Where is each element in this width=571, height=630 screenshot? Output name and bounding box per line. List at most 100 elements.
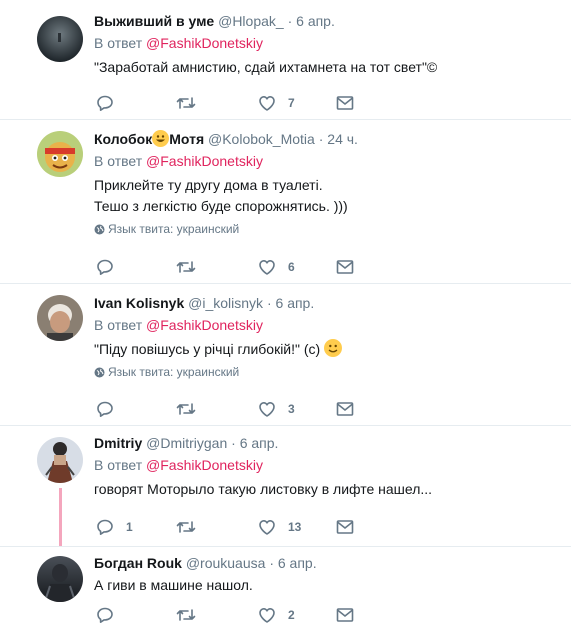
like-button[interactable]: 2 [258, 605, 295, 625]
tweet-text-line: "Піду повішусь у річці глибокій!" (с) [94, 341, 321, 357]
display-name[interactable]: Богдан Rouk [94, 555, 182, 571]
user-handle[interactable]: @Kolobok_Motia [208, 131, 315, 147]
display-name[interactable]: Выживший в уме [94, 13, 214, 29]
reply-prefix: В ответ [94, 153, 143, 169]
avatar[interactable] [37, 556, 83, 602]
display-name[interactable]: Ivan Kolisnyk [94, 295, 184, 311]
tweet-text-line: А гиви в машине нашол. [94, 577, 253, 593]
heart-icon [259, 520, 275, 535]
reply-mention-link[interactable]: @FashikDonetskiy [146, 153, 263, 169]
heart-icon [259, 96, 275, 111]
like-button[interactable]: 3 [258, 399, 295, 419]
heart-icon [259, 402, 275, 417]
avatar[interactable] [37, 131, 83, 177]
dm-button[interactable] [336, 399, 354, 419]
separator: · [231, 435, 236, 451]
language-label: Язык твита: украинский [108, 365, 240, 379]
reply-button[interactable] [96, 399, 126, 419]
dm-button[interactable] [336, 517, 354, 537]
reply-context: В ответ @FashikDonetskiy [94, 152, 561, 170]
reply-mention-link[interactable]: @FashikDonetskiy [146, 457, 263, 473]
reply-button[interactable]: 1 [96, 517, 133, 537]
timestamp[interactable]: 6 апр. [296, 13, 335, 29]
tweet-actions: 1 13 [96, 517, 366, 537]
display-name[interactable]: Dmitriy [94, 435, 142, 451]
retweet-icon [176, 97, 196, 109]
tweet-text-line: говорят Моторыло такую листовку в лифте … [94, 481, 433, 497]
reply-button[interactable] [96, 605, 126, 625]
timestamp[interactable]: 6 апр. [278, 555, 317, 571]
retweet-button[interactable] [176, 93, 208, 113]
envelope-icon [336, 96, 354, 110]
like-button[interactable]: 13 [258, 517, 301, 537]
reply-icon [97, 95, 113, 111]
tweet-actions: 7 [96, 93, 366, 113]
like-count: 6 [288, 260, 295, 274]
display-name[interactable]: Колобок Мотя [94, 130, 205, 147]
tweet-header: Выживший в уме @Hlopak_ · 6 апр. [94, 12, 561, 30]
dm-button[interactable] [336, 93, 354, 113]
separator: · [287, 13, 293, 29]
tweet-text: "Заработай амнистию, сдай ихтамнета на т… [94, 57, 561, 78]
tweet-actions: 6 [96, 257, 366, 277]
reply-context: В ответ @FashikDonetskiy [94, 456, 561, 474]
user-handle[interactable]: @Dmitriygan [146, 435, 227, 451]
separator: · [318, 131, 324, 147]
avatar[interactable] [37, 295, 83, 341]
tweet-header: Dmitriy @Dmitriygan · 6 апр. [94, 434, 561, 452]
tweet[interactable]: Выживший в уме @Hlopak_ · 6 апр. В ответ… [0, 0, 571, 120]
smiley-emoji-icon [152, 130, 170, 147]
reply-prefix: В ответ [94, 35, 143, 51]
reply-mention-link[interactable]: @FashikDonetskiy [146, 317, 263, 333]
retweet-button[interactable] [176, 605, 208, 625]
tweet-actions: 2 [96, 605, 366, 625]
reply-icon [97, 519, 113, 535]
tweet-header: Ivan Kolisnyk @i_kolisnyk · 6 апр. [94, 294, 561, 312]
smile-emoji-icon [324, 339, 343, 357]
envelope-icon [336, 608, 354, 622]
retweet-icon [176, 521, 196, 533]
user-handle[interactable]: @i_kolisnyk [188, 295, 263, 311]
tweet-text-line: Приклейте ту другу дома в туалеті. [94, 177, 323, 193]
dm-button[interactable] [336, 257, 354, 277]
separator: · [266, 295, 272, 311]
reply-icon [97, 607, 113, 623]
tweet-header: Колобок Мотя @Kolobok_Motia · 24 ч. [94, 130, 561, 148]
user-handle[interactable]: @Hlopak_ [218, 13, 284, 29]
avatar[interactable] [37, 437, 83, 483]
separator: · [269, 555, 274, 571]
reply-prefix: В ответ [94, 457, 143, 473]
display-name-part: Мотя [169, 131, 205, 147]
reply-prefix: В ответ [94, 317, 143, 333]
avatar[interactable] [37, 16, 83, 62]
heart-icon [259, 260, 275, 275]
retweet-button[interactable] [176, 257, 208, 277]
envelope-icon [336, 260, 354, 274]
user-handle[interactable]: @roukuausa [186, 555, 266, 571]
retweet-button[interactable] [176, 399, 208, 419]
tweet-text: Приклейте ту другу дома в туалеті. Тешо … [94, 175, 561, 217]
envelope-icon [336, 520, 354, 534]
reply-icon [97, 259, 113, 275]
like-count: 7 [288, 96, 295, 110]
reply-context: В ответ @FashikDonetskiy [94, 316, 561, 334]
reply-context: В ответ @FashikDonetskiy [94, 34, 561, 52]
reply-mention-link[interactable]: @FashikDonetskiy [146, 35, 263, 51]
like-button[interactable]: 6 [258, 257, 295, 277]
tweet-actions: 3 [96, 399, 366, 419]
retweet-button[interactable] [176, 517, 208, 537]
timestamp[interactable]: 24 ч. [327, 131, 358, 147]
tweet-header: Богдан Rouk @roukuausa · 6 апр. [94, 554, 561, 572]
retweet-icon [176, 261, 196, 273]
globe-icon [94, 367, 105, 378]
tweet-text: говорят Моторыло такую листовку в лифте … [94, 479, 561, 500]
reply-icon [97, 401, 113, 417]
timestamp[interactable]: 6 апр. [276, 295, 315, 311]
retweet-icon [176, 403, 196, 415]
reply-count: 1 [126, 520, 133, 534]
reply-button[interactable] [96, 93, 126, 113]
reply-button[interactable] [96, 257, 126, 277]
timestamp[interactable]: 6 апр. [240, 435, 279, 451]
dm-button[interactable] [336, 605, 354, 625]
like-button[interactable]: 7 [258, 93, 295, 113]
